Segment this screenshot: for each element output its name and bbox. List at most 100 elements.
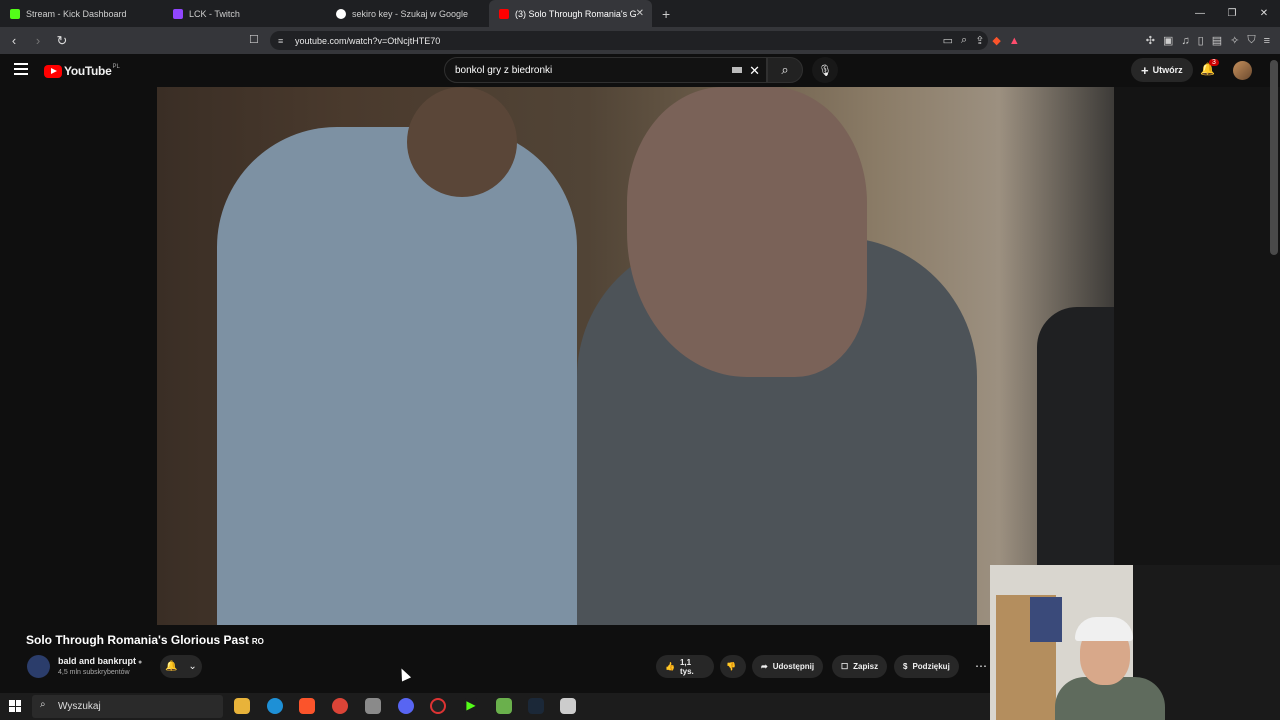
bell-icon: 🔔 xyxy=(165,661,178,672)
leo-icon[interactable]: ✧ xyxy=(1230,34,1239,47)
share-arrow-icon: ➦ xyxy=(761,662,768,671)
like-button[interactable]: 👍 1,1 tys. xyxy=(656,655,714,678)
tab-label: sekiro key - Szukaj w Google xyxy=(352,8,469,19)
save-label: Zapisz xyxy=(853,662,879,671)
screenshot-icon[interactable]: ▣ xyxy=(1163,34,1173,47)
play-app-icon[interactable]: ▶ xyxy=(463,698,479,714)
thumbs-up-icon: 👍 xyxy=(665,662,675,671)
page-scrollbar[interactable] xyxy=(1270,60,1278,255)
like-count: 1,1 tys. xyxy=(679,657,694,676)
subscription-notifications-button[interactable]: 🔔 ⌄ xyxy=(160,655,202,678)
thanks-button[interactable]: $ Podziękuj xyxy=(894,655,959,678)
back-icon[interactable]: ‹ xyxy=(4,33,24,48)
app-icon[interactable] xyxy=(365,698,381,714)
bookmark-icon[interactable]: ☐ xyxy=(249,33,259,46)
rewards-icon[interactable]: ▲ xyxy=(1009,35,1020,47)
forward-icon[interactable]: › xyxy=(28,33,48,48)
brave-icon[interactable] xyxy=(299,698,315,714)
subscriber-count: 4,5 mln subskrybentów xyxy=(58,669,130,676)
search-input[interactable]: bonkol gry z biedronki ✕ xyxy=(444,57,767,83)
cast-icon[interactable]: ▭ xyxy=(943,34,953,47)
search-icon: ⌕ xyxy=(40,699,46,710)
zoom-icon[interactable]: ⌕ xyxy=(961,34,967,47)
channel-avatar[interactable] xyxy=(27,655,50,678)
video-player[interactable] xyxy=(157,87,1114,625)
steam-icon[interactable] xyxy=(528,698,544,714)
close-window-icon[interactable]: ✕ xyxy=(1248,8,1280,19)
menu-icon[interactable]: ≡ xyxy=(1264,35,1270,47)
kick-favicon-icon xyxy=(10,8,20,19)
tab-label: (3) Solo Through Romania's G xyxy=(515,8,637,19)
tab-label: LCK - Twitch xyxy=(189,8,240,19)
share-button[interactable]: ➦ Udostępnij xyxy=(752,655,824,678)
video-frame-figure xyxy=(217,127,577,625)
tab-label: Stream - Kick Dashboard xyxy=(26,8,127,19)
wallet-icon[interactable]: ▤ xyxy=(1212,34,1222,47)
channel-name[interactable]: bald and bankrupt ● xyxy=(58,656,142,666)
youtube-play-icon xyxy=(44,64,62,78)
close-tab-icon[interactable]: ✕ xyxy=(636,8,644,19)
clear-search-icon[interactable]: ✕ xyxy=(749,63,760,79)
keyboard-icon[interactable] xyxy=(732,67,742,73)
restore-icon[interactable]: ❐ xyxy=(1216,8,1248,19)
webcam-background xyxy=(1030,597,1062,642)
tab-kick-dashboard[interactable]: Stream - Kick Dashboard xyxy=(0,0,163,27)
mouse-cursor-icon xyxy=(396,666,412,682)
extensions-icon[interactable]: ✣ xyxy=(1146,34,1155,47)
twitch-favicon-icon xyxy=(173,8,183,19)
share-label: Udostępnij xyxy=(772,662,815,671)
browser-tab-bar: Stream - Kick Dashboard LCK - Twitch sek… xyxy=(0,0,1280,27)
chrome-icon[interactable] xyxy=(332,698,348,714)
notification-badge: 3 xyxy=(1209,59,1219,66)
more-actions-icon[interactable]: ⋯ xyxy=(975,659,987,673)
right-column xyxy=(1114,87,1280,565)
search-value: bonkol gry z biedronki xyxy=(455,64,553,76)
browser-toolbar-icons: ▭ ⌕ ⇪ ◆ ▲ ✣ ▣ ♫ ▯ ▤ ✧ ⛉ ≡ xyxy=(943,27,1270,54)
thanks-label: Podziękuj xyxy=(912,662,950,671)
game-app-icon[interactable] xyxy=(496,698,512,714)
reload-icon[interactable]: ↻ xyxy=(52,33,72,49)
search-icon: ⌕ xyxy=(781,62,789,77)
vpn-icon[interactable]: ⛉ xyxy=(1247,34,1255,47)
google-favicon-icon xyxy=(336,8,346,19)
new-tab-button[interactable]: + xyxy=(652,6,680,22)
media-icon[interactable]: ♫ xyxy=(1181,35,1189,47)
taskbar-search-placeholder: Wyszukaj xyxy=(58,701,101,712)
tab-twitch[interactable]: LCK - Twitch xyxy=(163,0,326,27)
tab-youtube-video[interactable]: (3) Solo Through Romania's G ✕ xyxy=(489,0,652,27)
edge-icon[interactable] xyxy=(267,698,283,714)
video-title: Solo Through Romania's Glorious Past RO xyxy=(26,633,264,647)
windows-taskbar: ⌕ Wyszukaj ▶ xyxy=(0,693,990,720)
taskbar-search-input[interactable]: ⌕ Wyszukaj xyxy=(32,695,223,718)
youtube-favicon-icon xyxy=(499,8,509,19)
site-info-icon[interactable]: ≡ xyxy=(278,36,283,46)
video-title-text: Solo Through Romania's Glorious Past xyxy=(26,633,249,647)
logo-text: YouTube xyxy=(64,64,112,78)
window-controls: — ❐ ✕ xyxy=(1184,0,1280,27)
voice-search-button[interactable]: 🎙 xyxy=(812,57,838,83)
minimize-icon[interactable]: — xyxy=(1184,8,1216,19)
discord-icon[interactable] xyxy=(398,698,414,714)
windows-start-icon[interactable] xyxy=(9,700,21,712)
brave-shield-icon[interactable]: ◆ xyxy=(992,34,1000,47)
youtube-logo[interactable]: YouTube PL xyxy=(44,64,120,78)
video-frame-figure xyxy=(407,87,517,197)
save-button[interactable]: ☐ Zapisz xyxy=(832,655,888,678)
account-avatar[interactable] xyxy=(1233,61,1252,80)
tab-google-search[interactable]: sekiro key - Szukaj w Google xyxy=(326,0,489,27)
url-field[interactable]: ≡ youtube.com/watch?v=OtNcjtHTE70 xyxy=(270,31,988,50)
dislike-button[interactable]: 👎 xyxy=(720,655,746,678)
share-icon[interactable]: ⇪ xyxy=(975,34,984,47)
region-code: PL xyxy=(112,64,120,70)
streamer-figure xyxy=(1075,617,1133,641)
address-bar-row: ‹ › ↻ ☐ ≡ youtube.com/watch?v=OtNcjtHTE7… xyxy=(0,27,1280,54)
sidebar-icon[interactable]: ▯ xyxy=(1198,34,1204,47)
shield-app-icon[interactable] xyxy=(560,698,576,714)
hamburger-menu-icon[interactable] xyxy=(14,63,28,75)
country-code: RO xyxy=(251,637,264,646)
channel-name-text: bald and bankrupt xyxy=(58,656,137,666)
search-button[interactable]: ⌕ xyxy=(767,57,803,83)
obs-icon[interactable] xyxy=(430,698,446,714)
file-explorer-icon[interactable] xyxy=(234,698,250,714)
create-button[interactable]: + Utwórz xyxy=(1131,58,1193,82)
